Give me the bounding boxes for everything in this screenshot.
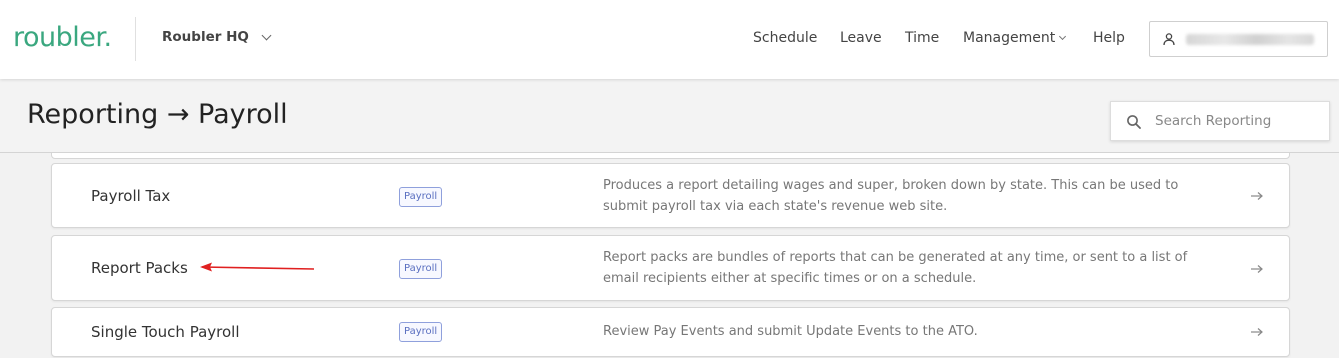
chevron-down-icon: [1059, 32, 1067, 41]
nav-schedule[interactable]: Schedule: [753, 30, 817, 46]
red-arrow-annotation: [200, 262, 315, 272]
search-input[interactable]: [1155, 102, 1325, 140]
search-icon: [1127, 115, 1141, 129]
page-header: Reporting → Payroll: [0, 79, 1339, 153]
redacted-username: [1186, 34, 1314, 45]
category-tag: Payroll: [399, 259, 443, 279]
report-description: Report packs are bundles of reports that…: [603, 250, 1188, 286]
arrow-right-icon: [1251, 265, 1263, 273]
header-divider: [135, 17, 136, 61]
user-menu-button[interactable]: [1149, 21, 1328, 57]
page-title: Reporting → Payroll: [27, 99, 288, 130]
report-card-partial: [51, 153, 1290, 159]
arrow-right-icon: [1251, 192, 1263, 200]
report-description: Review Pay Events and submit Update Even…: [603, 324, 978, 339]
nav-management[interactable]: Management: [963, 30, 1067, 46]
arrow-right-icon: [1251, 328, 1263, 336]
nav-time[interactable]: Time: [905, 30, 939, 46]
report-name: Payroll Tax: [91, 187, 171, 205]
report-name: Single Touch Payroll: [91, 323, 240, 341]
nav-management-label: Management: [963, 30, 1056, 46]
org-selector[interactable]: Roubler HQ: [162, 29, 272, 45]
user-icon: [1163, 33, 1175, 46]
report-name: Report Packs: [91, 259, 188, 277]
org-selector-label: Roubler HQ: [162, 29, 249, 45]
search-box[interactable]: [1110, 101, 1330, 141]
nav-leave[interactable]: Leave: [840, 30, 882, 46]
report-list: Payroll Tax Payroll Produces a report de…: [0, 153, 1339, 358]
category-tag: Payroll: [399, 187, 443, 207]
roubler-logo[interactable]: roubler.: [13, 22, 112, 53]
report-description: Produces a report detailing wages and su…: [603, 178, 1179, 214]
report-card-payroll-tax[interactable]: Payroll Tax Payroll Produces a report de…: [51, 163, 1290, 228]
chevron-down-icon: [261, 30, 272, 40]
category-tag: Payroll: [399, 322, 443, 342]
nav-help[interactable]: Help: [1093, 30, 1125, 46]
top-nav: roubler. Roubler HQ Schedule Leave Time …: [0, 0, 1339, 79]
report-card-single-touch-payroll[interactable]: Single Touch Payroll Payroll Review Pay …: [51, 307, 1290, 357]
